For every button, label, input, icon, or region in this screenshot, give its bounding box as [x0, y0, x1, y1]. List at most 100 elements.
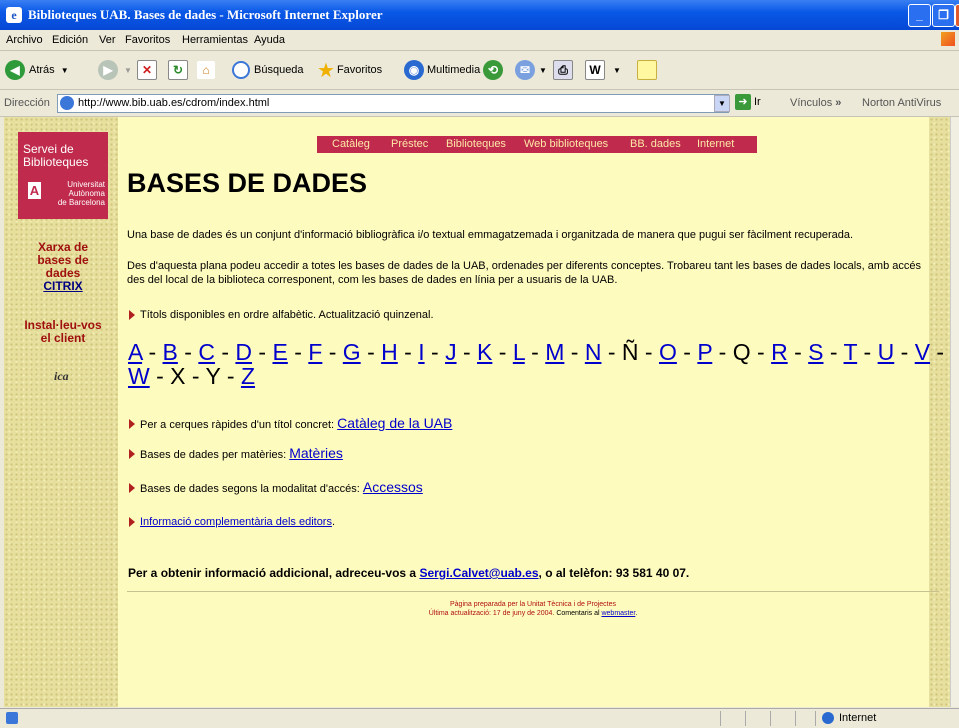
letter-separator: - [252, 339, 273, 365]
letter-separator: - [564, 339, 585, 365]
letter-separator: - [787, 339, 809, 365]
letter-separator: - [287, 339, 309, 365]
menu-ayuda[interactable]: Ayuda [254, 34, 285, 46]
letter-separator: - [424, 339, 446, 365]
nav-internet[interactable]: Internet [697, 138, 734, 150]
window-title: Biblioteques UAB. Bases de dades - Micro… [28, 7, 383, 22]
quick-search-line: Per a cerques ràpides d'un títol concret… [140, 415, 453, 431]
letter-link[interactable]: A [128, 339, 142, 365]
address-input[interactable]: http://www.bib.uab.es/cdrom/index.html [57, 94, 729, 113]
letter-separator: - [214, 339, 236, 365]
divider [127, 591, 939, 592]
intro-text: Una base de dades és un conjunt d'inform… [127, 229, 854, 241]
back-arrow-icon: ◀ [5, 60, 25, 80]
menu-favoritos[interactable]: Favoritos [125, 34, 170, 46]
letter-separator: - [601, 339, 622, 365]
access-line: Bases de dades segons la modalitat d'acc… [140, 479, 423, 495]
favorites-button[interactable]: ★ Favoritos [317, 59, 382, 82]
library-logo[interactable]: Servei de Biblioteques A Universitat Autòn… [18, 132, 108, 219]
messenger-button[interactable] [637, 59, 657, 81]
security-zone: Internet [822, 712, 876, 724]
letter-link[interactable]: R [771, 339, 788, 365]
stop-button[interactable]: ✕ [137, 59, 157, 81]
menu-edicion[interactable]: Edición [52, 34, 88, 46]
nav-bb-dades[interactable]: BB. dades [630, 138, 681, 150]
subjects-link[interactable]: Matèries [289, 445, 343, 461]
editors-link[interactable]: Informació complementària dels editors [140, 516, 332, 528]
alphabetical-intro: Títols disponibles en ordre alfabètic. A… [140, 309, 434, 321]
forward-button[interactable]: ▶ ▼ [98, 59, 132, 81]
letter-link[interactable]: U [878, 339, 895, 365]
letter-link[interactable]: J [445, 339, 457, 365]
letter-link[interactable]: M [545, 339, 564, 365]
maximize-button[interactable]: ❐ [932, 4, 955, 27]
letter-text: Y [205, 363, 221, 389]
refresh-button[interactable]: ↻ [168, 59, 188, 81]
letter-separator: - [524, 339, 546, 365]
letter-link[interactable]: O [659, 339, 677, 365]
letter-link[interactable]: T [844, 339, 858, 365]
nav-biblioteques[interactable]: Biblioteques [446, 138, 506, 150]
letter-link[interactable]: Z [241, 363, 255, 389]
home-button[interactable]: ⌂ [197, 59, 215, 81]
nav-prestec[interactable]: Préstec [391, 138, 428, 150]
go-arrow-icon: ➜ [735, 94, 751, 110]
email-link[interactable]: Sergi.Calvet@uab.es [419, 566, 538, 580]
menu-ver[interactable]: Ver [99, 34, 116, 46]
letter-link[interactable]: S [808, 339, 823, 365]
close-button[interactable] [955, 4, 959, 27]
top-navigation: Catàleg Préstec Biblioteques Web bibliot… [317, 136, 757, 153]
letter-link[interactable]: G [343, 339, 361, 365]
vertical-scrollbar[interactable] [950, 117, 959, 707]
letter-separator: - [220, 363, 241, 389]
letter-separator: - [456, 339, 478, 365]
back-dropdown-icon[interactable]: ▼ [61, 66, 69, 75]
letter-separator: - [823, 339, 844, 365]
stop-icon: ✕ [137, 60, 157, 80]
edit-button[interactable]: W ▼ [585, 59, 621, 81]
norton-button[interactable]: Norton AntiVirus [862, 97, 941, 109]
back-button[interactable]: ◀ Atrás ▼ [5, 59, 69, 81]
media-button[interactable]: ◉ Multimedia [404, 59, 480, 81]
letter-link[interactable]: P [697, 339, 712, 365]
letter-separator: - [397, 339, 419, 365]
letter-link[interactable]: N [585, 339, 602, 365]
citrix-link[interactable]: CITRIX [43, 279, 82, 293]
letter-link[interactable]: K [477, 339, 492, 365]
nav-web-biblioteques[interactable]: Web biblioteques [524, 138, 608, 150]
webmaster-link[interactable]: webmaster [601, 610, 635, 617]
forward-arrow-icon: ▶ [98, 60, 118, 80]
letter-link[interactable]: V [915, 339, 930, 365]
minimize-button[interactable]: _ [908, 4, 931, 27]
menu-herramientas[interactable]: Herramientas [182, 34, 248, 46]
letter-link[interactable]: E [272, 339, 287, 365]
address-dropdown-icon[interactable]: ▼ [714, 95, 730, 112]
window-titlebar: e Biblioteques UAB. Bases de dades - Mic… [0, 0, 959, 30]
print-button[interactable]: ⎙ [553, 59, 573, 81]
letter-link[interactable]: B [163, 339, 178, 365]
letter-separator: - [894, 339, 915, 365]
install-client-link[interactable]: Instal·leu-vos el client [18, 319, 108, 345]
ica-logo[interactable]: ica [54, 369, 76, 384]
mail-button[interactable]: ✉ ▼ [515, 59, 547, 81]
go-button[interactable]: ➜ Ir [735, 94, 761, 110]
letter-link[interactable]: D [235, 339, 252, 365]
links-button[interactable]: Vínculos » [790, 97, 841, 109]
letter-link[interactable]: L [513, 339, 525, 365]
letter-link[interactable]: C [198, 339, 215, 365]
menu-archivo[interactable]: Archivo [6, 34, 43, 46]
word-icon: W [585, 60, 605, 80]
nav-cataleg[interactable]: Catàleg [332, 138, 370, 150]
history-button[interactable]: ⟲ [483, 59, 503, 81]
letter-link[interactable]: F [308, 339, 322, 365]
bullet-arrow-icon [129, 483, 135, 493]
status-bar: Internet [0, 708, 959, 728]
search-button[interactable]: Búsqueda [232, 59, 304, 81]
letter-link[interactable]: H [381, 339, 398, 365]
catalog-link[interactable]: Catàleg de la UAB [337, 415, 452, 431]
search-icon [232, 61, 250, 79]
windows-logo-icon [941, 32, 955, 46]
access-link[interactable]: Accessos [363, 479, 423, 495]
letter-text: X [170, 363, 186, 389]
letter-link[interactable]: W [128, 363, 150, 389]
